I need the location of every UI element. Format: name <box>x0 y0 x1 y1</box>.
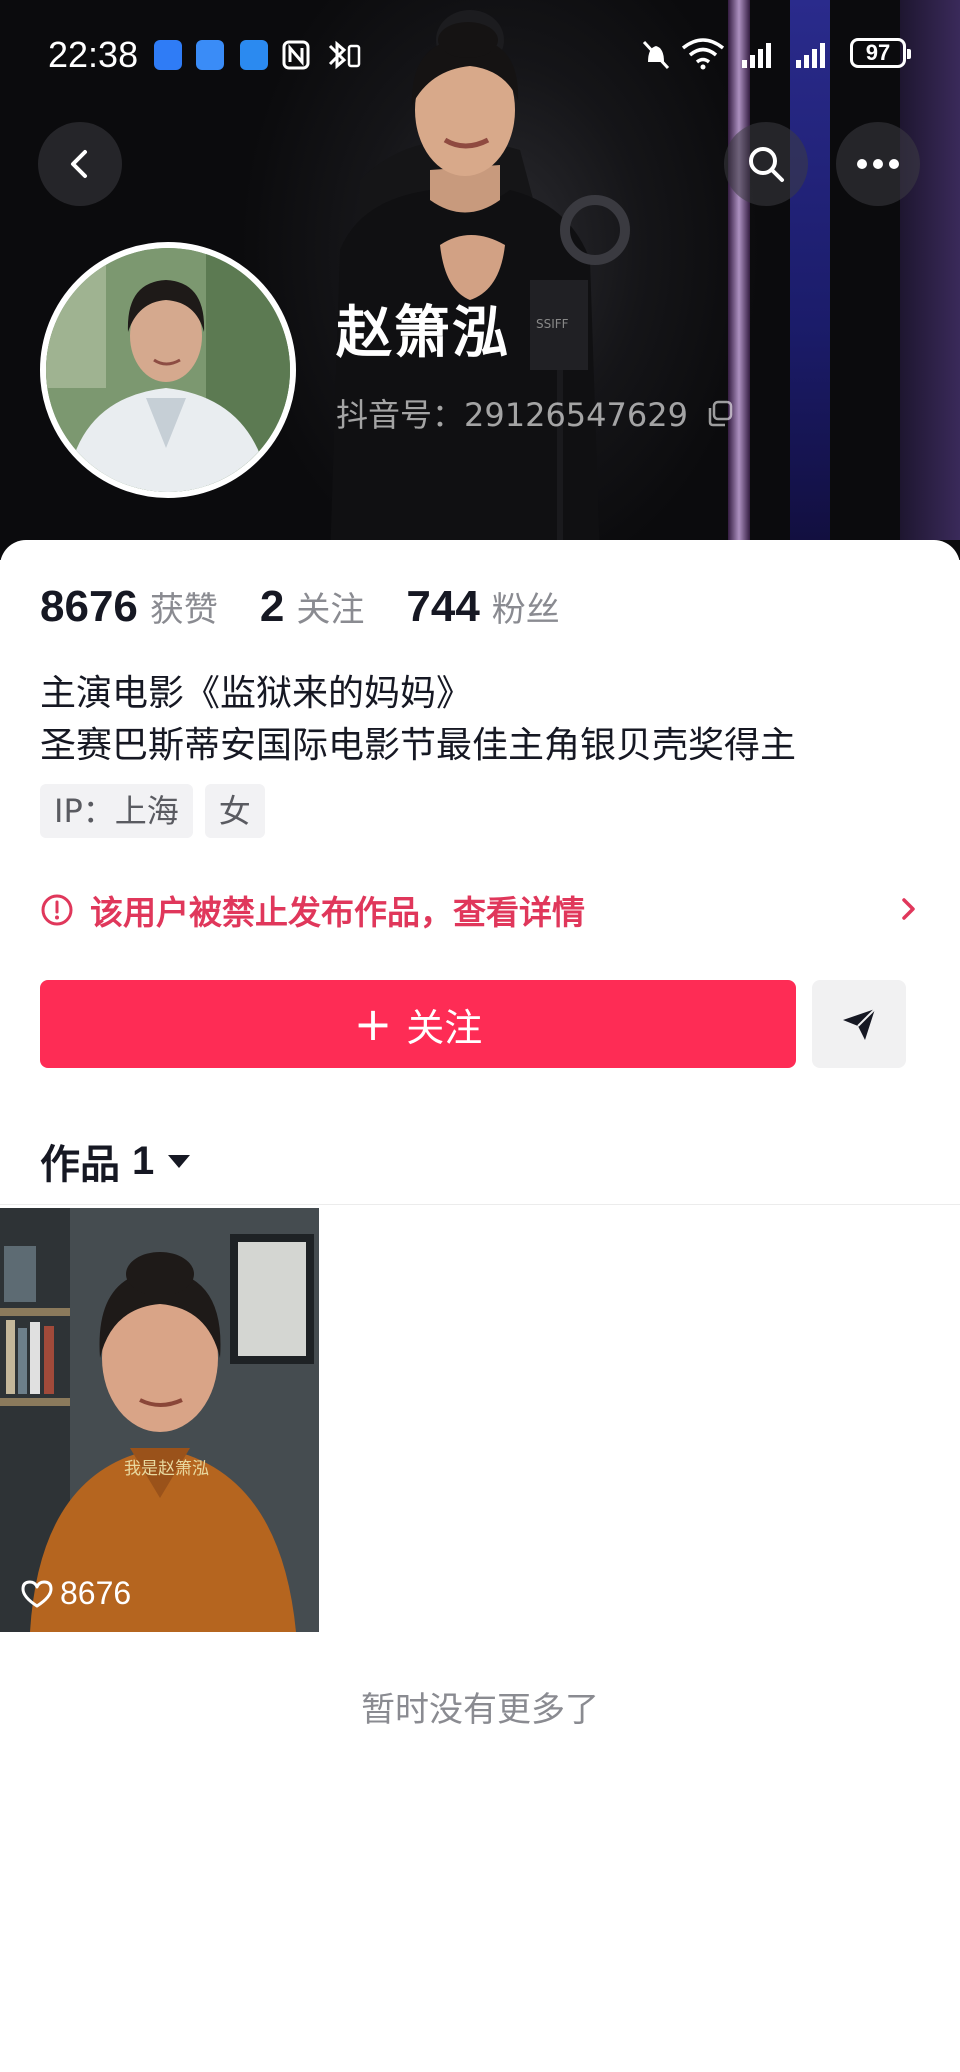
signal-icon <box>796 43 825 68</box>
profile-stats: 8676 获赞 2 关注 744 粉丝 <box>40 582 602 642</box>
bio-line: 圣赛巴斯蒂安国际电影节最佳主角银贝壳奖得主 <box>40 725 797 766</box>
bio-line: 主演电影《监狱来的妈妈》 <box>40 673 473 714</box>
back-button[interactable] <box>38 122 122 206</box>
share-arrow-icon <box>843 1008 876 1040</box>
douyin-id: 抖音号：29126547629 <box>336 396 688 434</box>
more-options-button[interactable] <box>836 122 920 206</box>
video-thumbnail[interactable]: 我是赵箫泓 8676 <box>0 1208 319 1632</box>
tab-divider <box>0 1204 960 1205</box>
chevron-right-icon <box>902 898 915 920</box>
following-count[interactable]: 2 <box>260 582 284 632</box>
likes-count: 8676 <box>40 582 138 631</box>
search-icon <box>749 147 784 182</box>
plus-icon: + <box>353 997 393 1051</box>
chevron-left-icon <box>71 150 87 178</box>
status-bar: 22:38 97 <box>0 0 960 110</box>
ban-notice[interactable]: 该用户被禁止发布作品，查看详情 <box>40 886 920 934</box>
works-tab-label: 作品 <box>40 1142 120 1188</box>
video-like-count: 8676 <box>20 1575 131 1612</box>
app-notification-icon <box>196 40 224 70</box>
bio: 主演电影《监狱来的妈妈》 圣赛巴斯蒂安国际电影节最佳主角银贝壳奖得主 <box>40 668 796 772</box>
works-count: 1 <box>132 1138 155 1183</box>
more-dots-icon <box>857 159 899 169</box>
wifi-icon <box>681 38 725 70</box>
mute-icon <box>642 40 670 70</box>
video-caption: 我是赵箫泓 <box>124 1459 209 1479</box>
works-tab[interactable]: 作品 1 <box>40 1132 192 1190</box>
profile-tags: IP：上海 女 <box>40 784 265 838</box>
gender-tag: 女 <box>204 784 265 838</box>
battery-indicator: 97 <box>850 38 911 68</box>
heart-outline-icon <box>21 1580 53 1607</box>
avatar-photo <box>46 248 290 492</box>
profile-banner: SSIFF 22:38 97 赵箫泓 抖音号：29126547629 <box>0 0 960 560</box>
caret-down-icon <box>168 1155 191 1168</box>
video-thumbnail-image <box>0 1208 319 1632</box>
followers-count[interactable]: 744 <box>406 582 479 632</box>
copy-icon[interactable] <box>706 400 734 428</box>
share-button[interactable] <box>812 980 906 1068</box>
display-name: 赵箫泓 <box>336 301 510 366</box>
ip-location-tag: IP：上海 <box>40 784 193 838</box>
warning-circle-icon <box>41 894 73 926</box>
avatar[interactable] <box>40 242 296 498</box>
follow-button[interactable]: + 关注 <box>40 980 796 1068</box>
follow-button-label: 关注 <box>406 1005 483 1050</box>
status-time: 22:38 <box>48 34 139 75</box>
app-notification-icon <box>154 40 182 70</box>
following-label[interactable]: 关注 <box>296 582 364 631</box>
nfc-icon <box>282 40 310 70</box>
svg-text:SSIFF: SSIFF <box>536 317 569 331</box>
likes-label: 获赞 <box>149 590 218 630</box>
ban-notice-text: 该用户被禁止发布作品，查看详情 <box>90 893 585 932</box>
search-button[interactable] <box>724 122 808 206</box>
profile-content: 8676 获赞 2 关注 744 粉丝 主演电影《监狱来的妈妈》 圣赛巴斯蒂安国… <box>0 540 960 2072</box>
video-like-value: 8676 <box>60 1575 132 1611</box>
end-of-list-text: 暂时没有更多了 <box>361 1690 599 1730</box>
signal-icon <box>742 43 771 68</box>
followers-label[interactable]: 粉丝 <box>492 582 560 631</box>
cloud-icon <box>240 40 268 70</box>
bluetooth-icon <box>328 40 361 70</box>
